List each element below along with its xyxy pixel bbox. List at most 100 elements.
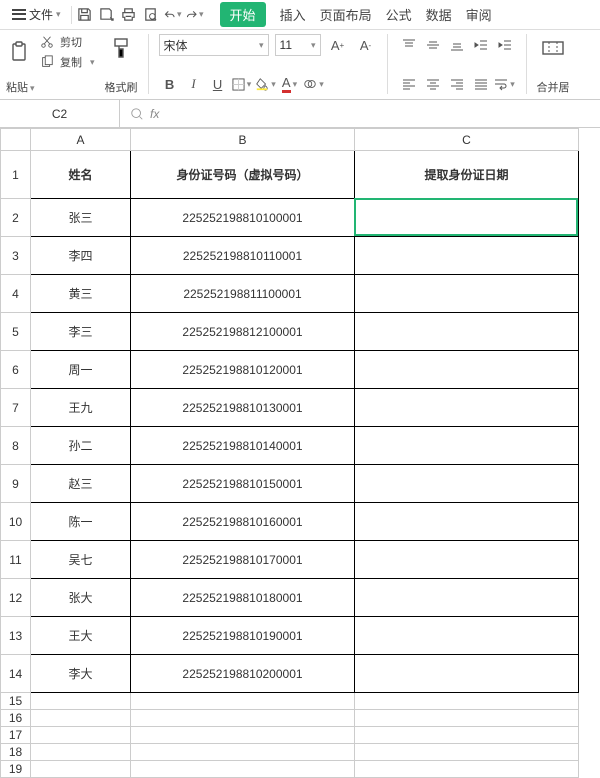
row-header-11[interactable]: 11: [1, 541, 31, 579]
cell-C13[interactable]: [355, 617, 579, 655]
increase-font-icon[interactable]: A+: [327, 34, 349, 56]
col-header-A[interactable]: A: [31, 129, 131, 151]
cut-button[interactable]: 剪切: [40, 34, 95, 50]
cell-C8[interactable]: [355, 427, 579, 465]
cell-C1[interactable]: 提取身份证日期: [355, 151, 579, 199]
paste-icon[interactable]: [6, 38, 34, 66]
cell-B7[interactable]: 225252198810130001: [131, 389, 355, 427]
cell-C15[interactable]: [355, 693, 579, 710]
align-bottom-icon[interactable]: [446, 34, 468, 56]
row-header-1[interactable]: 1: [1, 151, 31, 199]
cell-A10[interactable]: 陈一: [31, 503, 131, 541]
underline-button[interactable]: U: [207, 73, 229, 95]
select-all-corner[interactable]: [1, 129, 31, 151]
cell-B19[interactable]: [131, 761, 355, 778]
paste-label[interactable]: 粘贴: [6, 79, 35, 95]
cell-B9[interactable]: 225252198810150001: [131, 465, 355, 503]
align-top-icon[interactable]: [398, 34, 420, 56]
row-header-18[interactable]: 18: [1, 744, 31, 761]
decrease-indent-icon[interactable]: [470, 34, 492, 56]
row-header-10[interactable]: 10: [1, 503, 31, 541]
cell-C4[interactable]: [355, 275, 579, 313]
row-header-15[interactable]: 15: [1, 693, 31, 710]
cell-B2[interactable]: 225252198810100001: [131, 199, 355, 237]
row-header-16[interactable]: 16: [1, 710, 31, 727]
name-box[interactable]: C2: [0, 100, 120, 127]
tab-insert[interactable]: 插入: [280, 5, 306, 24]
cell-C16[interactable]: [355, 710, 579, 727]
cell-A4[interactable]: 黄三: [31, 275, 131, 313]
cell-B14[interactable]: 225252198810200001: [131, 655, 355, 693]
row-header-13[interactable]: 13: [1, 617, 31, 655]
bold-button[interactable]: B: [159, 73, 181, 95]
cell-A9[interactable]: 赵三: [31, 465, 131, 503]
cell-B18[interactable]: [131, 744, 355, 761]
cell-C9[interactable]: [355, 465, 579, 503]
tab-formula[interactable]: 公式: [386, 5, 412, 24]
effects-button[interactable]: [303, 73, 325, 95]
cell-A7[interactable]: 王九: [31, 389, 131, 427]
align-center-icon[interactable]: [422, 73, 444, 95]
tab-start[interactable]: 开始: [220, 2, 266, 27]
cell-A14[interactable]: 李大: [31, 655, 131, 693]
align-left-icon[interactable]: [398, 73, 420, 95]
row-header-3[interactable]: 3: [1, 237, 31, 275]
fill-color-button[interactable]: [255, 73, 277, 95]
cell-A17[interactable]: [31, 727, 131, 744]
row-header-2[interactable]: 2: [1, 199, 31, 237]
redo-icon[interactable]: [186, 6, 204, 24]
cell-C14[interactable]: [355, 655, 579, 693]
cell-B1[interactable]: 身份证号码（虚拟号码）: [131, 151, 355, 199]
col-header-B[interactable]: B: [131, 129, 355, 151]
cell-B13[interactable]: 225252198810190001: [131, 617, 355, 655]
formula-input[interactable]: [165, 107, 590, 121]
row-header-6[interactable]: 6: [1, 351, 31, 389]
cell-C7[interactable]: [355, 389, 579, 427]
cell-A1[interactable]: 姓名: [31, 151, 131, 199]
cell-B4[interactable]: 225252198811100001: [131, 275, 355, 313]
cell-C5[interactable]: [355, 313, 579, 351]
row-header-19[interactable]: 19: [1, 761, 31, 778]
cell-A15[interactable]: [31, 693, 131, 710]
cell-A8[interactable]: 孙二: [31, 427, 131, 465]
cell-B15[interactable]: [131, 693, 355, 710]
tab-review[interactable]: 审阅: [466, 5, 492, 24]
format-painter-icon[interactable]: [107, 34, 135, 62]
row-header-4[interactable]: 4: [1, 275, 31, 313]
file-menu[interactable]: 文件 ▾: [6, 4, 67, 25]
copy-button[interactable]: 复制: [40, 54, 95, 70]
cell-A2[interactable]: 张三: [31, 199, 131, 237]
cell-C17[interactable]: [355, 727, 579, 744]
row-header-7[interactable]: 7: [1, 389, 31, 427]
cell-B3[interactable]: 225252198810110001: [131, 237, 355, 275]
row-header-8[interactable]: 8: [1, 427, 31, 465]
cell-A16[interactable]: [31, 710, 131, 727]
cell-C11[interactable]: [355, 541, 579, 579]
cell-C2[interactable]: [355, 199, 579, 237]
cell-B10[interactable]: 225252198810160001: [131, 503, 355, 541]
row-header-14[interactable]: 14: [1, 655, 31, 693]
font-color-button[interactable]: A: [279, 73, 301, 95]
cell-A19[interactable]: [31, 761, 131, 778]
cell-B17[interactable]: [131, 727, 355, 744]
fx-label[interactable]: fx: [150, 107, 159, 121]
cell-C12[interactable]: [355, 579, 579, 617]
cell-A3[interactable]: 李四: [31, 237, 131, 275]
cell-A6[interactable]: 周一: [31, 351, 131, 389]
print-preview-icon[interactable]: [142, 6, 160, 24]
cell-C18[interactable]: [355, 744, 579, 761]
cell-A18[interactable]: [31, 744, 131, 761]
cell-A13[interactable]: 王大: [31, 617, 131, 655]
merge-icon[interactable]: [539, 34, 567, 62]
align-middle-icon[interactable]: [422, 34, 444, 56]
print-icon[interactable]: [120, 6, 138, 24]
cell-B6[interactable]: 225252198810120001: [131, 351, 355, 389]
cell-C6[interactable]: [355, 351, 579, 389]
cell-A5[interactable]: 李三: [31, 313, 131, 351]
align-right-icon[interactable]: [446, 73, 468, 95]
cell-C3[interactable]: [355, 237, 579, 275]
row-header-9[interactable]: 9: [1, 465, 31, 503]
increase-indent-icon[interactable]: [494, 34, 516, 56]
spreadsheet-grid[interactable]: ABC1姓名身份证号码（虚拟号码）提取身份证日期2张三2252521988101…: [0, 128, 600, 778]
cell-B8[interactable]: 225252198810140001: [131, 427, 355, 465]
